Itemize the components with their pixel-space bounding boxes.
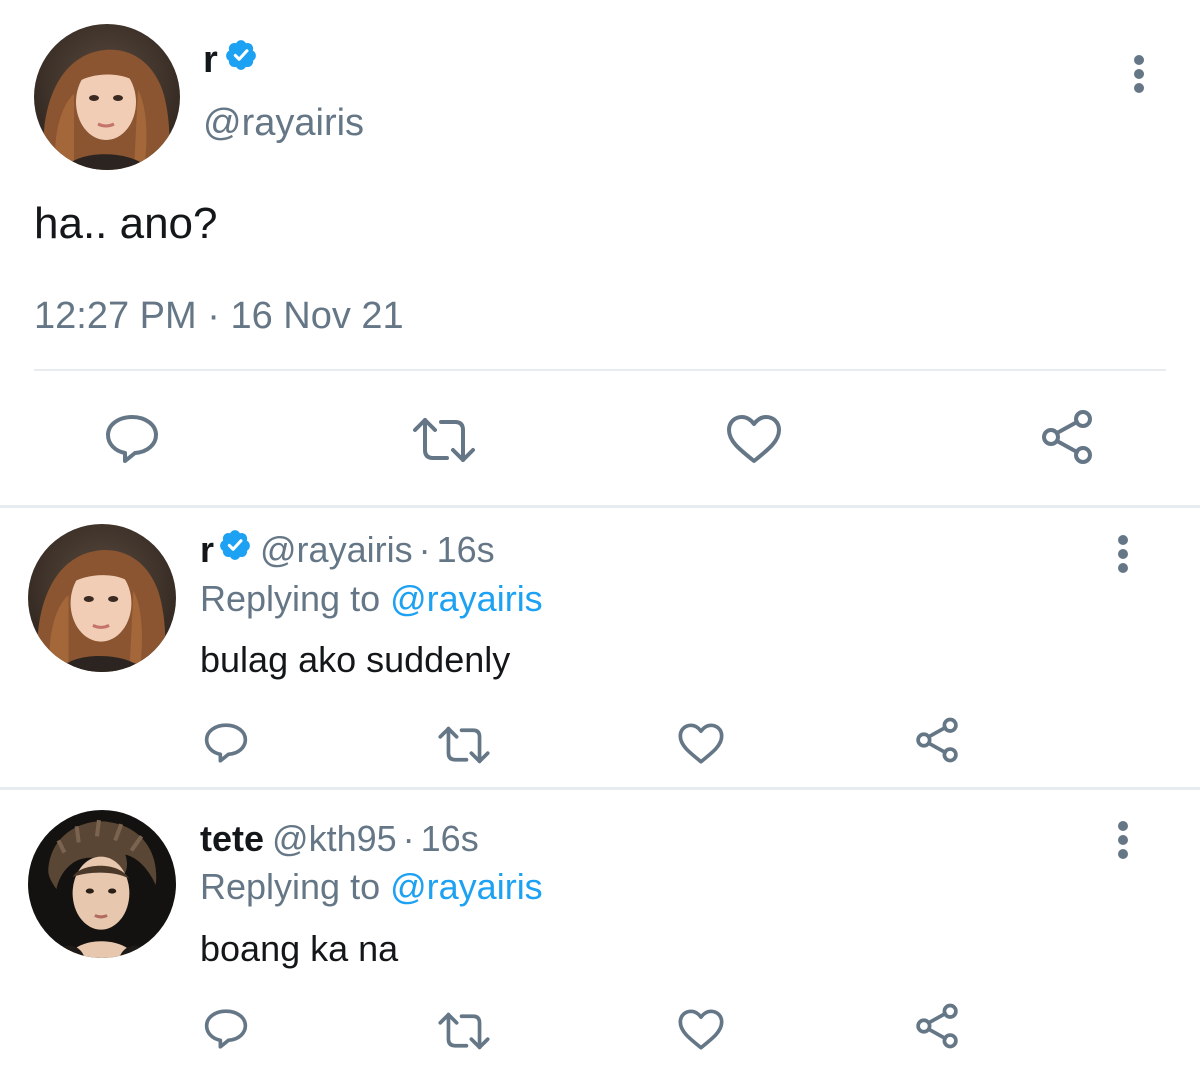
- like-icon[interactable]: [677, 1008, 725, 1051]
- share-icon[interactable]: [1039, 408, 1095, 466]
- avatar[interactable]: [34, 24, 180, 170]
- avatar[interactable]: [28, 524, 176, 672]
- reply-icon[interactable]: [104, 413, 160, 465]
- like-icon[interactable]: [677, 722, 725, 765]
- meta-separator: ·: [418, 528, 431, 570]
- tweet-date: 16 Nov 21: [230, 295, 404, 337]
- mention-link[interactable]: @rayairis: [390, 578, 543, 619]
- more-options-icon[interactable]: [1115, 818, 1131, 860]
- tweet-text: ha.. ano?: [34, 199, 218, 248]
- retweet-icon[interactable]: [411, 416, 477, 464]
- tweet-timestamp: 12:27 PM · 16 Nov 21: [34, 294, 404, 338]
- main-tweet: r @rayairis ha.. ano? 12:27 PM · 16 Nov …: [0, 0, 1200, 506]
- reply-tweet[interactable]: tete @kth95 · 16s Replying to @rayairis …: [0, 790, 1200, 1079]
- tweet-time: 12:27 PM: [34, 295, 197, 337]
- reply-icon[interactable]: [203, 1008, 249, 1050]
- display-name[interactable]: r: [203, 38, 258, 82]
- replying-prefix: Replying to: [200, 578, 381, 619]
- reply-time[interactable]: 16s: [421, 818, 479, 860]
- reply-text: bulag ako suddenly: [200, 639, 511, 680]
- more-options-icon[interactable]: [1115, 532, 1131, 574]
- reply-header: r @rayairis · 16s: [200, 528, 495, 571]
- reply-icon[interactable]: [203, 722, 249, 764]
- share-icon[interactable]: [914, 1002, 960, 1050]
- replying-to: Replying to @rayairis: [200, 578, 543, 620]
- user-handle[interactable]: @rayairis: [203, 101, 364, 145]
- display-name-text[interactable]: r: [203, 38, 218, 82]
- retweet-icon[interactable]: [437, 725, 491, 765]
- display-name[interactable]: tete: [200, 818, 264, 860]
- verified-badge-icon: [218, 528, 252, 571]
- meta-separator: ·: [207, 295, 220, 337]
- replying-to: Replying to @rayairis: [200, 866, 543, 908]
- avatar[interactable]: [28, 810, 176, 958]
- mention-link[interactable]: @rayairis: [390, 866, 543, 907]
- replying-prefix: Replying to: [200, 866, 381, 907]
- user-handle[interactable]: @kth95: [272, 818, 397, 860]
- reply-header: tete @kth95 · 16s: [200, 818, 479, 860]
- display-name[interactable]: r: [200, 529, 214, 571]
- divider: [34, 369, 1166, 371]
- user-handle[interactable]: @rayairis: [260, 529, 413, 571]
- reply-tweet[interactable]: r @rayairis · 16s Replying to @rayairis …: [0, 508, 1200, 787]
- reply-time[interactable]: 16s: [437, 529, 495, 571]
- share-icon[interactable]: [914, 716, 960, 764]
- more-options-icon[interactable]: [1131, 52, 1147, 94]
- verified-badge-icon: [224, 38, 258, 82]
- reply-text: boang ka na: [200, 928, 399, 969]
- retweet-icon[interactable]: [437, 1011, 491, 1051]
- meta-separator: ·: [402, 818, 415, 859]
- tweet-thread: r @rayairis ha.. ano? 12:27 PM · 16 Nov …: [0, 0, 1200, 1079]
- like-icon[interactable]: [725, 413, 783, 465]
